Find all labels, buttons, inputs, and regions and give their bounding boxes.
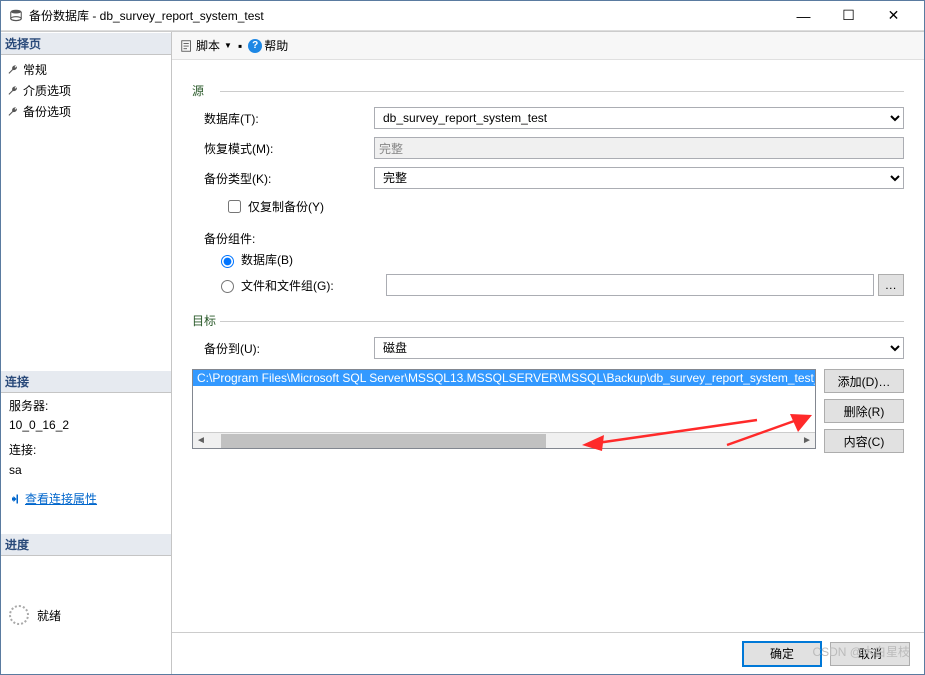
toolbar: 脚本 ▼ ▪ ? 帮助 (172, 32, 924, 60)
select-page-header: 选择页 (1, 32, 171, 55)
radio-database-label: 数据库(B) (241, 251, 293, 268)
contents-button[interactable]: 内容(C) (824, 429, 904, 453)
radio-filegroup-row: 文件和文件组(G): … (216, 274, 904, 296)
sidebar-item-general[interactable]: 常规 (7, 59, 165, 80)
maximize-button[interactable]: ☐ (826, 1, 871, 30)
backup-type-row: 备份类型(K): 完整 (204, 167, 904, 189)
help-icon: ? (248, 39, 262, 53)
scroll-left-arrow-icon[interactable]: ◄ (193, 435, 209, 446)
source-group-title: 源 (192, 82, 904, 99)
sidebar-item-label: 常规 (23, 61, 47, 78)
view-connection-properties-link[interactable]: 查看连接属性 (9, 490, 163, 509)
recovery-label: 恢复模式(M): (204, 140, 374, 157)
window-title: 备份数据库 - db_survey_report_system_test (29, 7, 781, 24)
backup-type-label: 备份类型(K): (204, 170, 374, 187)
filegroup-field (386, 274, 874, 296)
sidebar-item-backup-options[interactable]: 备份选项 (7, 101, 165, 122)
backup-to-label: 备份到(U): (204, 340, 374, 357)
titlebar: 备份数据库 - db_survey_report_system_test — ☐… (1, 1, 924, 31)
scrollbar-thumb[interactable] (221, 434, 546, 448)
destination-item[interactable]: C:\Program Files\Microsoft SQL Server\MS… (193, 370, 815, 386)
recovery-row: 恢复模式(M): 完整 (204, 137, 904, 159)
copy-only-checkbox[interactable] (228, 200, 241, 213)
minimize-button[interactable]: — (781, 1, 826, 30)
backup-type-select[interactable]: 完整 (374, 167, 904, 189)
dialog-content: 选择页 常规 介质选项 备份选项 连接 服务器: 10_0_16_2 (1, 31, 924, 674)
destination-buttons: 添加(D)… 删除(R) 内容(C) (824, 369, 904, 453)
script-icon (180, 39, 194, 53)
connection-label: 连接: (9, 441, 163, 460)
link-label: 查看连接属性 (25, 490, 97, 509)
filegroup-browse-button[interactable]: … (878, 274, 904, 296)
radio-filegroup[interactable] (221, 280, 234, 293)
backup-to-select[interactable]: 磁盘 (374, 337, 904, 359)
progress-status: 就绪 (37, 607, 61, 624)
wrench-icon (7, 106, 19, 118)
progress-header: 进度 (1, 533, 171, 556)
connection-value: sa (9, 461, 163, 480)
server-value: 10_0_16_2 (9, 416, 163, 435)
scroll-right-arrow-icon[interactable]: ► (799, 435, 815, 446)
sidebar-item-media-options[interactable]: 介质选项 (7, 80, 165, 101)
sidebar-item-label: 备份选项 (23, 103, 71, 120)
radio-database-row: 数据库(B) (216, 251, 904, 268)
connection-icon (9, 493, 21, 505)
backup-database-dialog: 备份数据库 - db_survey_report_system_test — ☐… (0, 0, 925, 675)
destination-block: C:\Program Files\Microsoft SQL Server\MS… (192, 369, 904, 453)
radio-database[interactable] (221, 255, 234, 268)
database-select[interactable]: db_survey_report_system_test (374, 107, 904, 129)
dialog-footer: 确定 取消 CSDN @木白星枝 (172, 632, 924, 674)
copy-only-row: 仅复制备份(Y) (224, 197, 904, 216)
wrench-icon (7, 64, 19, 76)
help-button[interactable]: ? 帮助 (248, 37, 288, 54)
backup-to-row: 备份到(U): 磁盘 (204, 337, 904, 359)
remove-button[interactable]: 删除(R) (824, 399, 904, 423)
wrench-icon (7, 85, 19, 97)
page-list: 常规 介质选项 备份选项 (1, 55, 171, 370)
help-label: 帮助 (264, 37, 288, 54)
close-button[interactable]: ✕ (871, 1, 916, 30)
script-button[interactable]: 脚本 ▼ (180, 37, 232, 54)
cancel-button[interactable]: 取消 (830, 642, 910, 666)
progress-spinner-icon (9, 605, 29, 625)
recovery-mode-field: 完整 (374, 137, 904, 159)
connection-header: 连接 (1, 370, 171, 393)
backup-component-label: 备份组件: (204, 230, 904, 247)
script-label: 脚本 (196, 37, 220, 54)
database-row: 数据库(T): db_survey_report_system_test (204, 107, 904, 129)
database-label: 数据库(T): (204, 110, 374, 127)
progress-panel: 就绪 (1, 556, 171, 674)
destination-listbox[interactable]: C:\Program Files\Microsoft SQL Server\MS… (192, 369, 816, 449)
copy-only-label: 仅复制备份(Y) (248, 198, 324, 215)
dest-group-title: 目标 (192, 312, 904, 329)
dropdown-arrow-icon: ▼ (224, 41, 232, 50)
right-pane: 脚本 ▼ ▪ ? 帮助 源 数据库(T): db_survey_report_s… (171, 32, 924, 674)
sidebar-item-label: 介质选项 (23, 82, 71, 99)
connection-panel: 服务器: 10_0_16_2 连接: sa 查看连接属性 (1, 393, 171, 533)
window-controls: — ☐ ✕ (781, 1, 916, 30)
database-icon (9, 9, 23, 23)
ok-button[interactable]: 确定 (742, 641, 822, 667)
form-area: 源 数据库(T): db_survey_report_system_test 恢… (172, 60, 924, 632)
left-sidebar: 选择页 常规 介质选项 备份选项 连接 服务器: 10_0_16_2 (1, 32, 171, 674)
toolbar-sep: ▪ (238, 39, 242, 53)
add-button[interactable]: 添加(D)… (824, 369, 904, 393)
radio-filegroup-label: 文件和文件组(G): (241, 277, 334, 294)
server-label: 服务器: (9, 397, 163, 416)
horizontal-scrollbar[interactable]: ◄ ► (193, 432, 815, 448)
